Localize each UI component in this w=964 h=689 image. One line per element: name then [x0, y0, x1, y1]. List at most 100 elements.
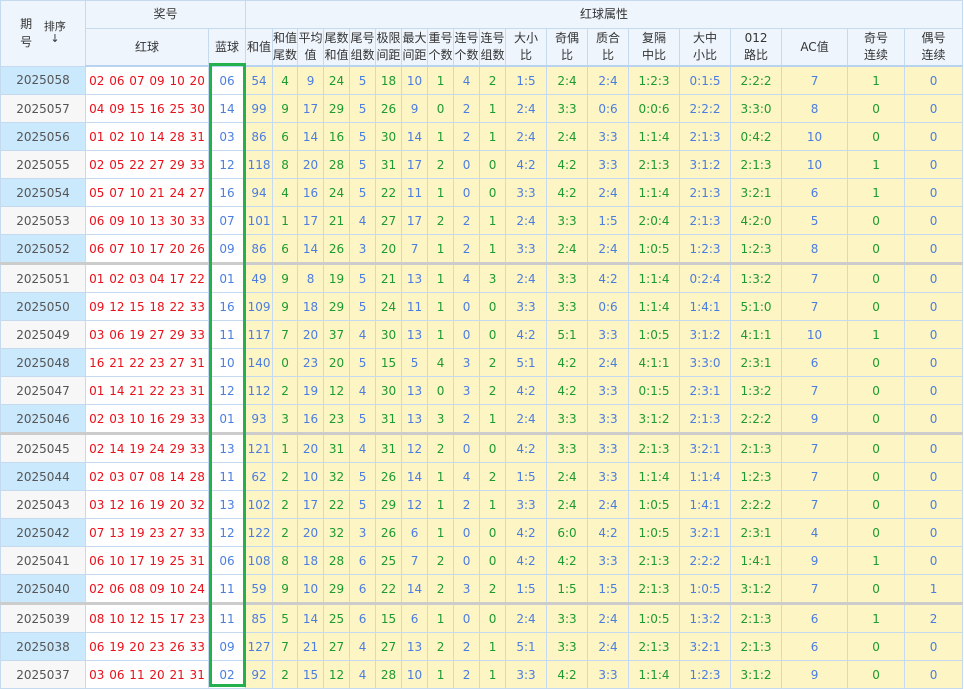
- stat-header-label: 大小比: [514, 31, 539, 62]
- stat-cell: 1: [427, 490, 455, 519]
- stat-cell: 26: [323, 234, 351, 265]
- stat-cell: 14: [401, 462, 429, 491]
- stat-cell: 1: [479, 94, 507, 123]
- stat-cell: 1: [427, 65, 455, 95]
- blue-ball-cell: 10: [207, 348, 247, 377]
- stat-cell: 1: [427, 462, 455, 491]
- stat-cell: 2: [272, 462, 299, 491]
- stat-cell: 17: [401, 150, 429, 179]
- stat-cell: 0: [847, 660, 906, 689]
- stat-cell: 1: [479, 234, 507, 265]
- stat-cell: 1: [847, 320, 906, 349]
- stat-cell: 0: [904, 376, 964, 405]
- red-balls-cell: 02 06 08 09 10 24: [85, 574, 209, 605]
- stat-cell: 4: [272, 178, 299, 207]
- stat-cell: 3:3: [587, 660, 630, 689]
- stat-cell: 5: [349, 65, 377, 95]
- red-balls-cell: 03 12 16 19 20 32: [85, 490, 209, 519]
- stat-cell: 0: [272, 348, 299, 377]
- blue-ball-cell: 14: [207, 94, 247, 123]
- stat-cell: 0: [479, 603, 507, 633]
- period-cell: 2025054: [0, 178, 86, 207]
- stat-cell: 1:2:3: [730, 234, 783, 265]
- stat-cell: 26: [375, 94, 403, 123]
- stat-cell: 1:1:4: [628, 292, 681, 321]
- stat-cell: 1:1:4: [679, 462, 732, 491]
- red-balls-cell: 09 12 15 18 22 33: [85, 292, 209, 321]
- stat-cell: 12: [401, 433, 429, 463]
- blue-ball-cell: 12: [207, 518, 247, 547]
- stat-cell: 2:3:1: [730, 348, 783, 377]
- stat-cell: 4:2: [505, 518, 548, 547]
- stat-cell: 2:2:2: [730, 65, 783, 95]
- stat-cell: 2:4: [587, 632, 630, 661]
- stat-header-18: 偶号连续: [904, 28, 964, 67]
- stat-header-8: 连号个数: [453, 28, 481, 67]
- red-balls-cell: 16 21 22 23 27 31: [85, 348, 209, 377]
- stat-cell: 1: [479, 490, 507, 519]
- stat-cell: 25: [323, 603, 351, 633]
- stat-cell: 2:1:3: [730, 150, 783, 179]
- stat-cell: 17: [297, 206, 325, 235]
- stat-cell: 6: [272, 122, 299, 151]
- stat-cell: 0: [453, 546, 481, 575]
- stat-cell: 1: [427, 263, 455, 293]
- stat-cell: 1:0:5: [628, 234, 681, 265]
- stat-cell: 127: [245, 632, 274, 661]
- blue-ball-header: 蓝球: [207, 28, 247, 67]
- stat-cell: 15: [297, 660, 325, 689]
- stat-cell: 102: [245, 490, 274, 519]
- stat-cell: 29: [375, 490, 403, 519]
- red-balls-cell: 07 13 19 23 27 33: [85, 518, 209, 547]
- stat-cell: 3:2:1: [679, 433, 732, 463]
- stat-cell: 7: [401, 234, 429, 265]
- stat-cell: 2: [427, 574, 455, 605]
- stat-cell: 2: [479, 462, 507, 491]
- blue-ball-cell: 12: [207, 376, 247, 405]
- period-cell: 2025037: [0, 660, 86, 689]
- stat-cell: 10: [401, 660, 429, 689]
- period-cell: 2025056: [0, 122, 86, 151]
- stat-cell: 5:1: [546, 320, 589, 349]
- stat-cell: 0: [453, 178, 481, 207]
- stat-cell: 14: [297, 122, 325, 151]
- stat-cell: 0: [427, 376, 455, 405]
- stat-cell: 2: [272, 518, 299, 547]
- stat-cell: 1:1:4: [628, 263, 681, 293]
- stat-cell: 49: [245, 263, 274, 293]
- stat-cell: 0: [904, 263, 964, 293]
- stat-header-label: 连号个数: [454, 31, 479, 62]
- stat-header-label: 极限间距: [376, 31, 401, 62]
- stat-header-15: 012路比: [730, 28, 783, 67]
- stat-cell: 1:2:3: [679, 234, 732, 265]
- stat-cell: 6: [349, 546, 377, 575]
- stat-header-14: 大中小比: [679, 28, 732, 67]
- stat-cell: 5: [349, 404, 377, 435]
- table-row: 2025052 06 07 10 17 20 26 09 86 6 14 26 3 20 7 1 2 1…: [0, 234, 964, 265]
- stat-cell: 0: [904, 206, 964, 235]
- stat-cell: 7: [781, 574, 849, 605]
- stat-cell: 13: [401, 404, 429, 435]
- stat-cell: 121: [245, 433, 274, 463]
- stat-cell: 1: [427, 122, 455, 151]
- stat-cell: 101: [245, 206, 274, 235]
- stat-cell: 3:3: [546, 603, 589, 633]
- stat-header-label: 和值: [247, 39, 272, 54]
- stat-cell: 4: [349, 660, 377, 689]
- blue-ball-cell: 11: [207, 320, 247, 349]
- blue-ball-cell: 01: [207, 263, 247, 293]
- stat-header-label: 重号个数: [428, 31, 453, 62]
- stat-cell: 8: [272, 150, 299, 179]
- stat-cell: 1:5: [505, 462, 548, 491]
- stat-cell: 3:3: [587, 320, 630, 349]
- stat-cell: 0: [847, 632, 906, 661]
- stat-cell: 1:4:1: [679, 292, 732, 321]
- stat-cell: 1: [847, 603, 906, 633]
- stat-cell: 112: [245, 376, 274, 405]
- sort-button[interactable]: 排序 ↓: [44, 21, 66, 45]
- table-row: 2025042 07 13 19 23 27 33 12 122 2 20 32 3 26 6 1 0…: [0, 518, 964, 547]
- table-row: 2025053 06 09 10 13 30 33 07 101 1 17 21 4 27 17 2…: [0, 206, 964, 235]
- stat-cell: 2: [479, 348, 507, 377]
- stat-cell: 23: [297, 348, 325, 377]
- stat-cell: 20: [297, 150, 325, 179]
